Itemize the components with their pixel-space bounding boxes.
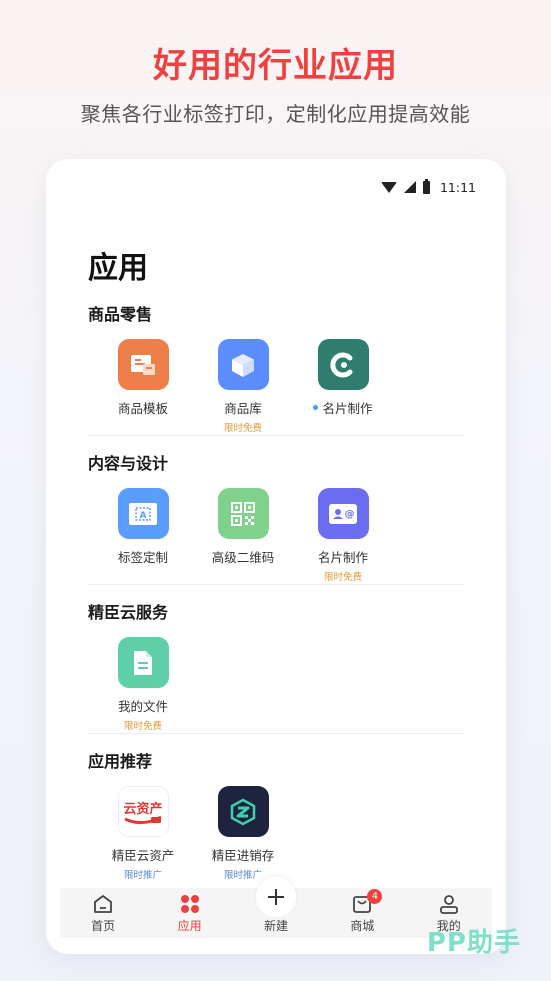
app-label: 商品模板: [117, 401, 168, 416]
status-bar: 11:11: [380, 178, 476, 195]
signal-icon: [403, 181, 416, 193]
app-business-card[interactable]: 名片制作: [293, 339, 393, 432]
section-content-design: 内容与设计 A 标签定制 高级二维码 @ 名片制作 限时免费: [88, 450, 466, 583]
app-label: 商品库: [224, 401, 262, 416]
section-retail: 商品零售 商品模板 商品库 限时免费 名片制作: [88, 301, 466, 434]
app-product-template[interactable]: 商品模板: [93, 339, 193, 432]
plus-icon: [255, 877, 296, 917]
tab-home[interactable]: 首页: [68, 893, 138, 938]
status-time: 11:11: [439, 179, 476, 195]
new-dot: [313, 405, 319, 410]
app-tag: 限时免费: [323, 572, 362, 583]
product-library-box-icon: [217, 339, 269, 390]
promo-title: 好用的行业应用: [153, 46, 398, 86]
profile-icon: [439, 895, 458, 914]
section-title: 精臣云服务: [88, 603, 169, 622]
app-label: 精臣进销存: [211, 848, 275, 863]
promo-subtitle: 聚焦各行业标签打印，定制化应用提高效能: [80, 102, 471, 126]
contact-card-icon: @: [317, 488, 369, 539]
document-icon: [117, 637, 169, 688]
svg-text:@: @: [345, 509, 355, 520]
cloud-asset-icon: 云资产: [117, 786, 169, 837]
app-label: 精臣云资产: [111, 848, 175, 863]
section-recommended: 应用推荐 云资产 精臣云资产 限时推广 精臣进销存 限时推广: [88, 748, 466, 881]
app-tag: 限时免费: [223, 423, 262, 434]
svg-text:A: A: [140, 511, 147, 521]
app-label: 我的文件: [117, 699, 168, 714]
app-tag: 限时免费: [123, 721, 162, 732]
divider: [88, 584, 464, 585]
tab-apps[interactable]: 应用: [155, 893, 225, 938]
section-title: 应用推荐: [88, 752, 153, 771]
app-tag: 限时推广: [123, 870, 162, 881]
product-template-icon: [117, 339, 169, 390]
label-custom-icon: A: [117, 488, 169, 539]
tab-label: 新建: [263, 919, 288, 933]
tab-label: 首页: [91, 919, 116, 933]
section-title: 商品零售: [88, 305, 153, 324]
tab-new[interactable]: 新建: [241, 877, 311, 938]
apps-grid-icon: [180, 895, 199, 913]
phone-screen: 11:11 应用 商品零售 商品模板 商品库 限时免费 名片制作 内容与设计 A…: [46, 159, 506, 954]
home-icon: [94, 895, 113, 913]
qr-code-icon: [217, 488, 269, 539]
app-product-library[interactable]: 商品库 限时免费: [193, 339, 293, 434]
app-label-custom[interactable]: A 标签定制: [93, 488, 193, 581]
app-tag: 限时推广: [223, 870, 262, 881]
business-card-c-logo-icon: [317, 339, 369, 390]
app-inventory[interactable]: 精臣进销存 限时推广: [193, 786, 293, 881]
wifi-icon: [380, 181, 397, 193]
cart-badge: 4: [367, 889, 383, 904]
tab-mall[interactable]: 4 商城: [327, 889, 397, 938]
app-label-text: 名片制作: [322, 401, 373, 416]
watermark-logo: PP助手: [426, 928, 521, 958]
tab-label: 应用: [177, 919, 202, 933]
battery-icon: [422, 178, 430, 194]
page-title: 应用: [88, 251, 148, 286]
app-label: 名片制作: [317, 550, 368, 565]
app-label: 名片制作: [313, 398, 373, 417]
app-my-files[interactable]: 我的文件 限时免费: [93, 637, 193, 732]
app-qr-code[interactable]: 高级二维码: [193, 488, 293, 581]
section-title: 内容与设计: [88, 454, 169, 473]
app-cloud-asset[interactable]: 云资产 精臣云资产 限时推广: [93, 786, 193, 881]
divider: [88, 733, 464, 734]
section-cloud-service: 精臣云服务 我的文件 限时免费: [88, 599, 466, 732]
divider: [88, 435, 464, 436]
app-contact-card[interactable]: @ 名片制作 限时免费: [293, 488, 393, 583]
app-label: 标签定制: [117, 550, 168, 565]
cloud-asset-logo-text: 云资产: [123, 801, 162, 817]
inventory-logo-icon: [217, 786, 269, 837]
tab-label: 商城: [350, 919, 375, 933]
app-label: 高级二维码: [211, 550, 275, 565]
